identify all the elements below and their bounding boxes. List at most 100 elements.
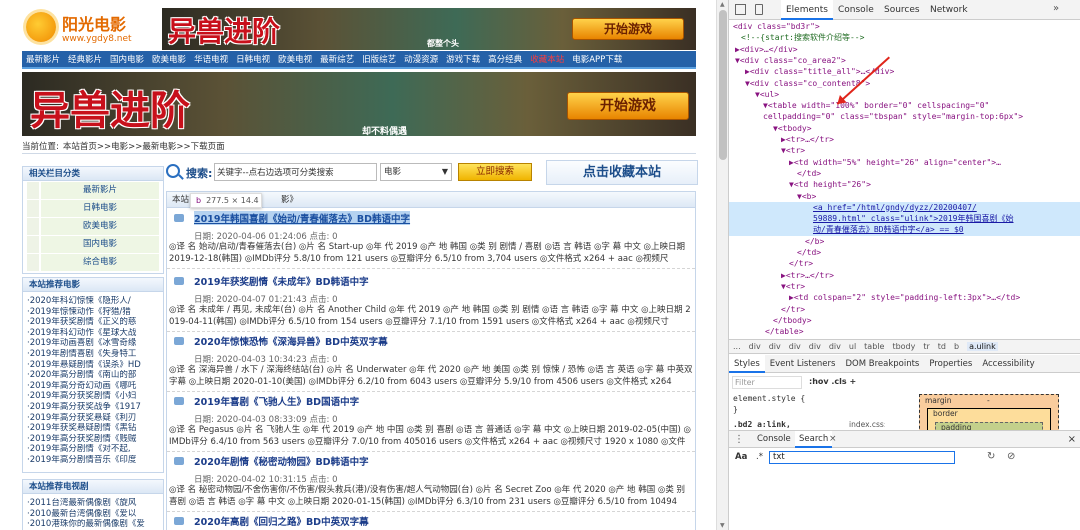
site-logo[interactable]: 阳光电影 www.ygdy8.net xyxy=(22,8,146,50)
dom-node[interactable]: ▼<div class="co_area2"> xyxy=(729,55,1080,66)
dom-node[interactable]: </tr> xyxy=(729,304,1080,315)
tab-elements[interactable]: Elements xyxy=(781,0,833,20)
sidebar-category[interactable]: 最新影片 xyxy=(27,182,159,199)
dom-breadcrumb-item[interactable]: div xyxy=(769,342,781,351)
nav-item[interactable]: 游戏下载 xyxy=(442,51,484,67)
recommended-movie-link[interactable]: ·2019年科幻动作《星球大战 xyxy=(27,328,159,339)
nav-item[interactable]: 最新影片 xyxy=(22,51,64,67)
movie-title-link[interactable]: 2020年剧情《秘密动物园》BD韩语中字 xyxy=(194,454,369,468)
styles-filter-input[interactable]: Filter xyxy=(732,376,802,389)
movie-title-link[interactable]: 2020年惊悚恐怖《深海异兽》BD中英双字幕 xyxy=(194,334,388,348)
recommended-tv-link[interactable]: ·2010最新台湾偶像剧《爱以 xyxy=(27,509,159,520)
dom-breadcrumb-item[interactable]: a.ulink xyxy=(967,342,998,351)
dom-breadcrumb-item[interactable]: b xyxy=(954,342,959,351)
dom-node[interactable]: 59889.html" class="ulink">2019年韩国喜剧《始 xyxy=(729,213,1080,225)
recommended-movie-link[interactable]: ·2019年高分获奖剧情《贱贼 xyxy=(27,434,159,445)
recommended-tv-link[interactable]: ·2011台湾最新偶像剧《旋风 xyxy=(27,498,159,509)
search-button[interactable]: 立即搜索 xyxy=(458,163,532,181)
dom-node[interactable]: ▼<td height="26"> xyxy=(729,179,1080,190)
dom-breadcrumb-item[interactable]: ul xyxy=(849,342,856,351)
nav-item[interactable]: 经典影片 xyxy=(64,51,106,67)
scroll-up-icon[interactable]: ▲ xyxy=(720,1,725,8)
banner-play-button[interactable]: 开始游戏 xyxy=(567,92,689,120)
banner-play-button[interactable]: 开始游戏 xyxy=(572,18,684,40)
recommended-movie-link[interactable]: ·2019年获奖剧情《正义的慈 xyxy=(27,317,159,328)
dom-node[interactable]: ▼<ul> xyxy=(729,89,1080,100)
close-icon[interactable]: × xyxy=(1068,431,1076,448)
dom-breadcrumb-item[interactable]: div xyxy=(829,342,841,351)
movie-title-link[interactable]: 2019年喜剧《飞驰人生》BD国语中字 xyxy=(194,394,359,408)
close-tab-icon[interactable]: × xyxy=(829,431,837,448)
recommended-movie-link[interactable]: ·2019年高分奇幻动画《哪吒 xyxy=(27,381,159,392)
breadcrumb-path[interactable]: 本站首页>>电影>>最新电影>>下载页面 xyxy=(63,142,225,152)
dom-breadcrumb-item[interactable]: div xyxy=(749,342,761,351)
movie-title-link[interactable]: 2020年高剧《回归之路》BD中英双字幕 xyxy=(194,514,369,528)
dom-node[interactable]: </table> xyxy=(729,326,1080,337)
dom-node[interactable]: ▼<tr> xyxy=(729,145,1080,156)
recommended-movie-link[interactable]: ·2020年科幻惊悚《隐形人/ xyxy=(27,296,159,307)
nav-item[interactable]: 欧美电视 xyxy=(274,51,316,67)
dom-node[interactable]: ▼<tbody> xyxy=(729,123,1080,134)
dom-node[interactable]: </tbody> xyxy=(729,315,1080,326)
dom-node[interactable]: ▶<table width="100%" border="0" cellspac… xyxy=(729,337,1080,338)
wide-ad-banner[interactable]: 异兽进阶 却不料偶遇 开始游戏 xyxy=(22,72,696,136)
dom-node[interactable]: ▼<b> xyxy=(729,191,1080,202)
dom-node[interactable]: </b> xyxy=(729,236,1080,247)
styles-subtab[interactable]: Accessibility xyxy=(977,355,1039,373)
sidebar-category[interactable]: 国内电影 xyxy=(27,236,159,253)
recommended-movie-link[interactable]: ·2019年高分剧情《对不起, xyxy=(27,444,159,455)
tab-network[interactable]: Network xyxy=(925,0,973,20)
dom-breadcrumb-item[interactable]: tbody xyxy=(892,342,915,351)
dom-node[interactable]: ▶<tr>…</tr> xyxy=(729,134,1080,145)
dom-node[interactable]: ▶<td colspan="2" style="padding-left:3px… xyxy=(729,292,1080,303)
top-ad-banner[interactable]: 异兽进阶 都整个头 开始游戏 xyxy=(162,8,696,50)
sidebar-category[interactable]: 日韩电影 xyxy=(27,200,159,217)
recommended-movie-link[interactable]: ·2019年剧情喜剧《失身特工 xyxy=(27,349,159,360)
recommended-movie-link[interactable]: ·2019年高分获奖战争《1917 xyxy=(27,402,159,413)
dom-node[interactable]: ▶<div>…</div> xyxy=(729,44,1080,55)
sidebar-category[interactable]: 综合电影 xyxy=(27,254,159,271)
dom-node[interactable]: <a href="/html/gndy/dyzz/20200407/ xyxy=(729,201,1080,214)
dom-node[interactable]: ▼<tr> xyxy=(729,281,1080,292)
recommended-movie-link[interactable]: ·2020年高分剧情《南山的部 xyxy=(27,370,159,381)
bookmark-site-button[interactable]: 点击收藏本站 xyxy=(546,160,698,185)
dom-breadcrumb-item[interactable]: table xyxy=(864,342,884,351)
nav-item[interactable]: 旧版综艺 xyxy=(358,51,400,67)
dom-node[interactable]: ▶<div class="title_all">…</div> xyxy=(729,66,1080,77)
search-category-select[interactable]: 电影 ▼ xyxy=(380,163,452,181)
sidebar-category[interactable]: 欧美电影 xyxy=(27,218,159,235)
dom-node[interactable]: ▼<div class="co_content8"> xyxy=(729,78,1080,89)
dom-node[interactable]: cellpadding="0" class="tbspan" style="ma… xyxy=(729,111,1080,122)
hov-cls-toggle[interactable]: :hov .cls + xyxy=(809,377,856,386)
drawer-menu-icon[interactable]: ⋮ xyxy=(734,431,744,448)
dom-breadcrumb-item[interactable]: td xyxy=(938,342,946,351)
nav-item[interactable]: 收藏本站 xyxy=(526,51,568,67)
dom-node[interactable]: <!--{start:搜索软件介绍等--> xyxy=(729,32,1080,43)
movie-title-link[interactable]: 2019年获奖剧情《未成年》BD韩语中字 xyxy=(194,274,369,288)
dom-breadcrumb-item[interactable]: tr xyxy=(923,342,929,351)
dom-node[interactable]: </td> xyxy=(729,247,1080,258)
scroll-down-icon[interactable]: ▼ xyxy=(720,522,725,529)
nav-item[interactable]: 欧美电影 xyxy=(148,51,190,67)
nav-item[interactable]: 电影APP下载 xyxy=(568,51,626,67)
recommended-tv-link[interactable]: ·2010港珠你的最新偶像剧《爱 xyxy=(27,519,159,530)
drawer-tab-search[interactable]: Search xyxy=(795,431,833,448)
drawer-tab-console[interactable]: Console xyxy=(757,431,791,448)
dom-node[interactable]: <div class="bd3r"> xyxy=(729,21,1080,32)
devtools-search-input[interactable]: txt xyxy=(769,451,955,464)
styles-subtab[interactable]: Event Listeners xyxy=(765,355,841,373)
search-input[interactable] xyxy=(214,163,377,181)
nav-item[interactable]: 最新综艺 xyxy=(316,51,358,67)
movie-title-link[interactable]: 2019年韩国喜剧《始动/青春催落去》BD韩语中字 xyxy=(194,211,411,225)
nav-item[interactable]: 华语电视 xyxy=(190,51,232,67)
dom-node[interactable]: ▶<td width="5%" height="26" align="cente… xyxy=(729,157,1080,168)
dom-breadcrumb-item[interactable]: div xyxy=(809,342,821,351)
nav-item[interactable]: 日韩电视 xyxy=(232,51,274,67)
nav-item[interactable]: 高分经典 xyxy=(484,51,526,67)
match-case-icon[interactable]: Aa xyxy=(735,452,747,462)
refresh-icon[interactable]: ↻ xyxy=(987,451,995,462)
device-toolbar-icon[interactable] xyxy=(755,4,763,15)
inspect-element-icon[interactable] xyxy=(735,4,746,15)
dom-breadcrumb-item[interactable]: div xyxy=(789,342,801,351)
styles-subtab[interactable]: DOM Breakpoints xyxy=(840,355,924,373)
